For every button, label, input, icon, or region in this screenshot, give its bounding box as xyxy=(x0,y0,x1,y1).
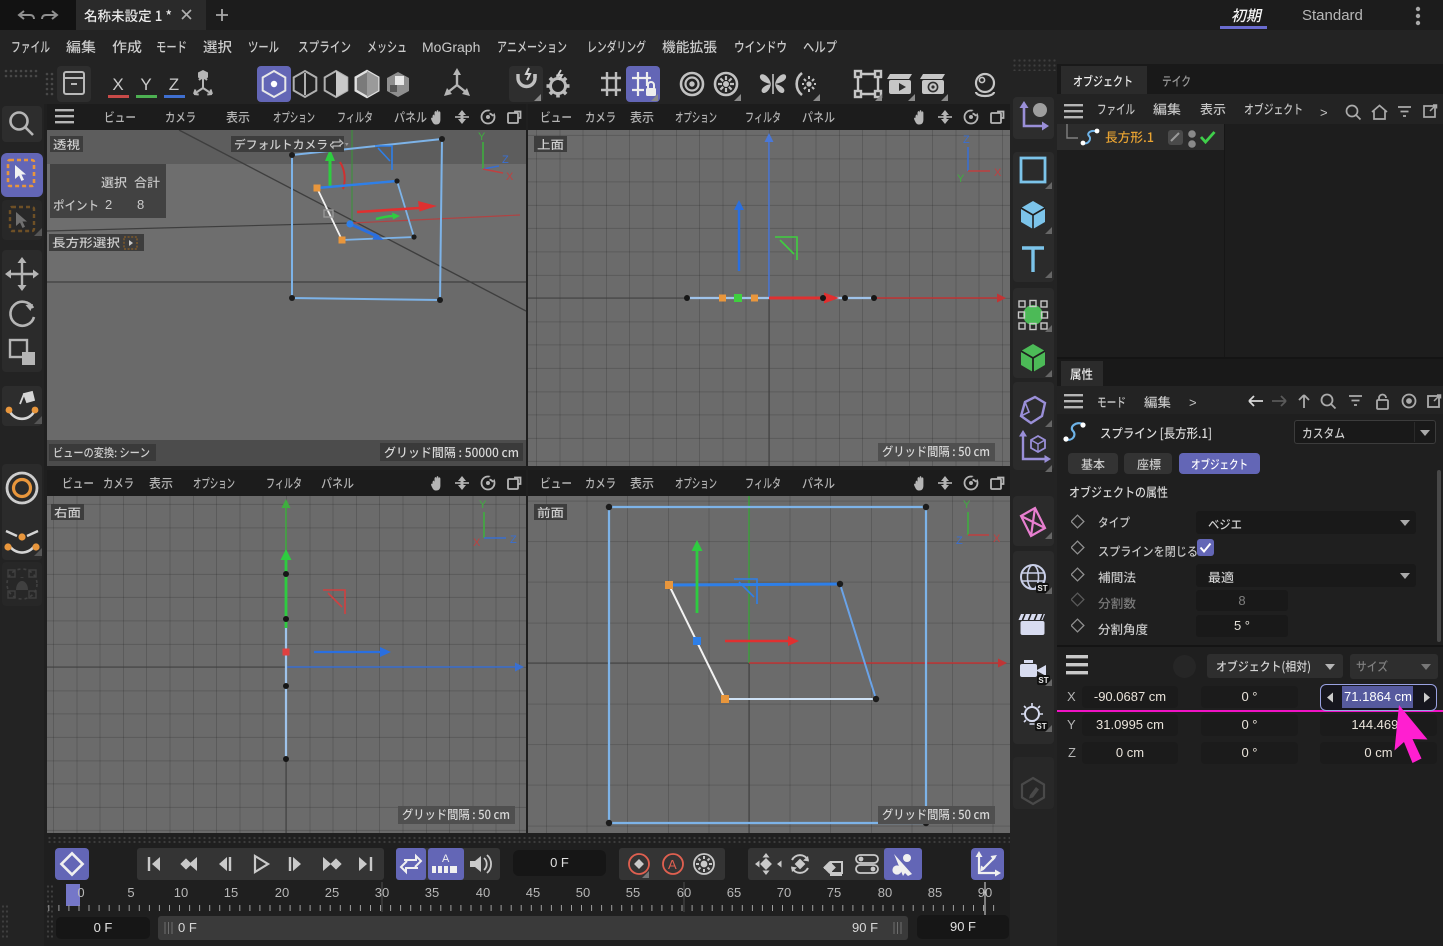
svg-text:Z: Z xyxy=(502,154,509,166)
svg-text:Z: Z xyxy=(510,534,517,546)
svg-text:X: X xyxy=(993,533,1001,545)
svg-text:X: X xyxy=(994,167,1002,179)
svg-text:35: 35 xyxy=(425,885,439,900)
svg-text:Y: Y xyxy=(479,499,487,511)
svg-text:85: 85 xyxy=(928,885,942,900)
svg-text:20: 20 xyxy=(275,885,289,900)
svg-text:25: 25 xyxy=(325,885,339,900)
svg-text:Z: Z xyxy=(963,134,970,146)
svg-text:15: 15 xyxy=(224,885,238,900)
svg-text:40: 40 xyxy=(476,885,490,900)
svg-text:Z: Z xyxy=(169,75,179,94)
svg-text:65: 65 xyxy=(727,885,741,900)
svg-text:45: 45 xyxy=(526,885,540,900)
svg-text:75: 75 xyxy=(827,885,841,900)
svg-text:70: 70 xyxy=(777,885,791,900)
svg-text:>: > xyxy=(1189,395,1197,410)
svg-text:80: 80 xyxy=(878,885,892,900)
svg-text:X: X xyxy=(112,75,123,94)
svg-text:Y: Y xyxy=(963,499,971,511)
svg-text:50: 50 xyxy=(576,885,590,900)
svg-text:55: 55 xyxy=(626,885,640,900)
svg-text:10: 10 xyxy=(174,885,188,900)
svg-text:Z: Z xyxy=(956,535,963,547)
svg-text:A: A xyxy=(442,853,450,865)
svg-text:Y: Y xyxy=(478,131,486,143)
svg-text:Y: Y xyxy=(140,75,151,94)
svg-text:Y: Y xyxy=(957,173,965,185)
svg-text:X: X xyxy=(473,537,481,549)
svg-text:0: 0 xyxy=(77,885,84,900)
svg-text:>: > xyxy=(1320,105,1328,120)
svg-text:X: X xyxy=(506,171,514,183)
svg-text:5: 5 xyxy=(127,885,134,900)
svg-text:A: A xyxy=(668,857,677,872)
